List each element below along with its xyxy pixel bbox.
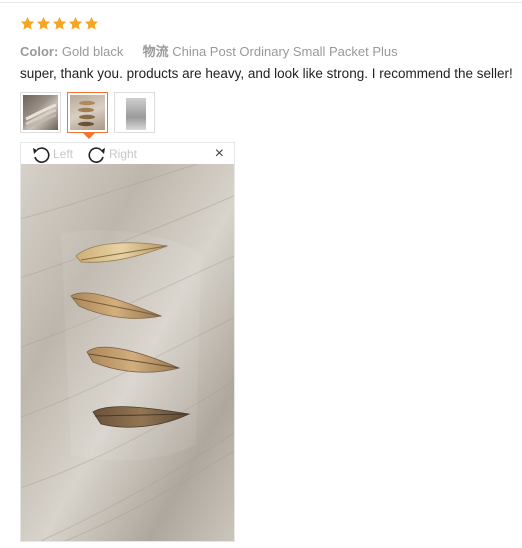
star-icon xyxy=(84,16,99,30)
rotate-right-icon xyxy=(88,147,105,163)
viewer-toolbar: Left Right × xyxy=(21,143,234,165)
color-value: Gold black xyxy=(61,44,124,59)
shipping-value: China Post Ordinary Small Packet Plus xyxy=(172,44,398,59)
review-meta: Color: Gold black 物流 China Post Ordinary… xyxy=(20,41,398,60)
rating-stars xyxy=(20,16,99,34)
review-photo-image xyxy=(21,164,234,541)
star-icon xyxy=(36,16,51,30)
thumb-photo-3[interactable] xyxy=(114,92,155,133)
review-thumbnails xyxy=(20,92,155,133)
review-photo xyxy=(21,164,234,541)
rotate-left-button[interactable]: Left xyxy=(31,145,73,163)
image-viewer: Left Right × xyxy=(20,142,235,542)
close-button[interactable]: × xyxy=(215,146,224,162)
rotate-left-label: Left xyxy=(53,147,74,161)
star-icon xyxy=(52,16,67,30)
star-icon xyxy=(20,16,35,30)
color-label: Color: xyxy=(20,44,59,59)
star-icon xyxy=(68,16,83,30)
review-text: super, thank you. products are heavy, an… xyxy=(20,66,513,81)
active-thumb-caret xyxy=(83,133,95,139)
rotate-right-button[interactable]: Right xyxy=(87,145,137,163)
shipping-label: 物流 xyxy=(142,44,169,59)
rotate-left-icon xyxy=(33,147,50,163)
rotate-right-label: Right xyxy=(109,147,138,161)
thumb-photo-1[interactable] xyxy=(20,92,61,133)
top-divider xyxy=(0,2,522,3)
thumb-photo-2[interactable] xyxy=(67,92,108,133)
